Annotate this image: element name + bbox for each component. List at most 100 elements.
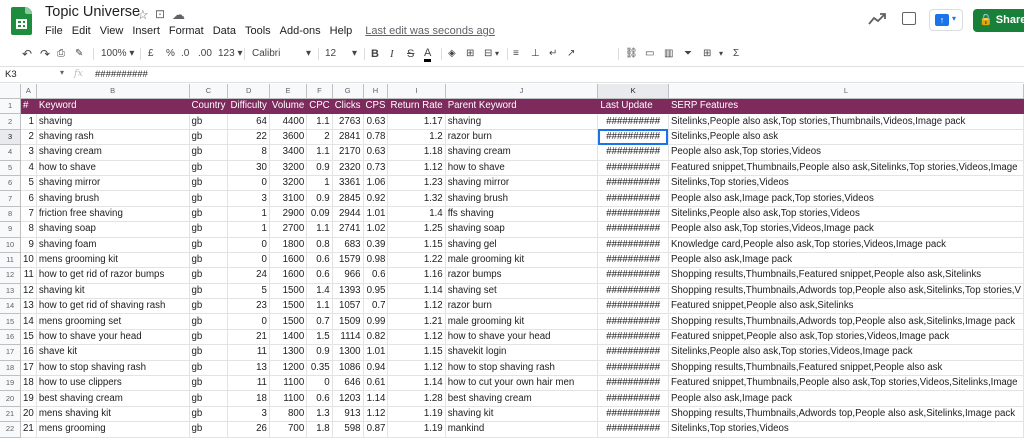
header-cell[interactable]: Country [189,98,229,115]
table-cell[interactable]: 0.09 [306,206,333,223]
table-cell[interactable]: shaving brush [36,190,190,207]
table-cell[interactable]: 1.14 [387,283,446,300]
table-cell[interactable]: mens grooming kit [36,252,190,269]
table-cell[interactable]: 1.25 [387,221,446,238]
table-cell[interactable]: male grooming kit [445,313,599,330]
table-cell[interactable]: gb [189,313,229,330]
table-cell[interactable]: 3200 [269,175,308,192]
vertical-align-icon[interactable]: ⊥ [531,47,540,61]
table-cell[interactable]: 1300 [269,344,308,361]
table-cell[interactable]: 1100 [269,390,308,407]
table-cell[interactable]: 1400 [269,329,308,346]
header-cell[interactable]: Volume [269,98,308,115]
table-cell[interactable]: 1.23 [387,175,446,192]
table-cell[interactable]: 0 [306,375,333,392]
table-cell[interactable]: 1509 [332,313,364,330]
table-cell[interactable]: Shopping results,Thumbnails,Featured sni… [668,360,1024,377]
undo-icon[interactable]: ↶ [22,47,32,61]
table-cell[interactable]: ########## [597,360,669,377]
name-box[interactable]: K3 [5,69,17,80]
table-cell[interactable]: ########## [597,190,669,207]
row-header-22[interactable]: 22 [0,421,22,438]
table-cell[interactable]: Sitelinks,Top stories,Videos [668,421,1024,438]
column-header-c[interactable]: C [189,84,229,99]
row-header-19[interactable]: 19 [0,375,22,392]
table-cell[interactable]: 1.01 [363,206,389,223]
column-header-l[interactable]: L [668,84,1024,99]
row-header-14[interactable]: 14 [0,298,22,315]
header-cell[interactable]: Return Rate [387,98,446,115]
column-header-g[interactable]: G [332,84,364,99]
table-cell[interactable]: friction free shaving [36,206,190,223]
header-cell[interactable]: Keyword [36,98,190,115]
header-cell[interactable]: CPS [363,98,389,115]
table-cell[interactable]: 9 [20,237,37,253]
table-cell[interactable]: 1 [227,221,270,238]
table-cell[interactable]: ########## [597,406,669,423]
table-cell[interactable]: shaving rash [36,129,190,146]
column-header-e[interactable]: E [269,84,308,99]
table-cell[interactable]: 2 [306,129,333,146]
table-cell[interactable]: Sitelinks,People also ask,Top stories,Vi… [668,206,1024,223]
menu-format[interactable]: Format [169,25,204,37]
table-cell[interactable]: 21 [20,421,37,438]
table-cell[interactable]: 14 [20,313,37,330]
table-cell[interactable]: ########## [597,113,669,130]
table-cell[interactable]: 1203 [332,390,364,407]
table-cell[interactable]: ffs shaving [445,206,599,223]
table-cell[interactable]: 2845 [332,190,364,207]
table-cell[interactable]: 0 [227,313,270,330]
table-cell[interactable]: 2763 [332,113,364,130]
more-formats-button[interactable]: 123 ▾ [218,47,243,61]
font-size-select[interactable]: 12 [325,47,336,61]
table-cell[interactable]: 0.6 [306,390,333,407]
table-cell[interactable]: 0.7 [363,298,389,315]
table-cell[interactable]: 1500 [269,313,308,330]
table-cell[interactable]: 0.7 [306,313,333,330]
menu-data[interactable]: Data [213,25,236,37]
menu-insert[interactable]: Insert [132,25,160,37]
table-cell[interactable]: ########## [597,237,669,253]
table-cell[interactable]: 21 [227,329,270,346]
table-cell[interactable]: 1.4 [387,206,446,223]
percent-format-button[interactable]: % [166,47,175,61]
row-header-8[interactable]: 8 [0,206,22,223]
table-cell[interactable]: 1114 [332,329,364,346]
move-folder-icon[interactable]: ⊡ [155,7,165,21]
table-cell[interactable]: People also ask,Image pack [668,390,1024,407]
table-cell[interactable]: 800 [269,406,308,423]
table-cell[interactable]: Sitelinks,People also ask [668,129,1024,146]
column-header-d[interactable]: D [227,84,270,99]
table-cell[interactable]: 0 [227,175,270,192]
column-header-j[interactable]: J [445,84,599,99]
table-cell[interactable]: 2700 [269,221,308,238]
table-cell[interactable]: 1.01 [363,344,389,361]
table-cell[interactable]: Shopping results,Thumbnails,Adwords top,… [668,283,1024,300]
table-cell[interactable]: 15 [20,329,37,346]
table-cell[interactable]: 1.4 [306,283,333,300]
table-cell[interactable]: 17 [20,360,37,377]
table-cell[interactable]: 3 [20,144,37,161]
table-cell[interactable]: shaving mirror [36,175,190,192]
column-header-h[interactable]: H [363,84,389,99]
table-cell[interactable]: gb [189,237,229,253]
table-cell[interactable]: 1.19 [387,406,446,423]
table-cell[interactable]: 3400 [269,144,308,161]
table-cell[interactable]: how to use clippers [36,375,190,392]
table-cell[interactable]: shavekit login [445,344,599,361]
table-cell[interactable]: 2900 [269,206,308,223]
filter-chevron-down-icon[interactable]: ▾ [719,47,723,61]
column-header-f[interactable]: F [306,84,333,99]
table-cell[interactable]: 1.14 [387,375,446,392]
share-button[interactable]: 🔒 Share [973,9,1024,32]
table-cell[interactable]: 1.5 [306,329,333,346]
text-wrap-icon[interactable]: ↵ [549,47,557,61]
table-cell[interactable]: 1.2 [387,129,446,146]
table-cell[interactable]: 0.92 [363,190,389,207]
table-cell[interactable]: 0.39 [363,237,389,253]
insert-comment-icon[interactable]: ▭ [645,47,654,61]
table-cell[interactable]: 19 [20,390,37,407]
table-cell[interactable]: 1600 [269,252,308,269]
table-cell[interactable]: shaving cream [36,144,190,161]
table-cell[interactable]: 1.12 [363,406,389,423]
